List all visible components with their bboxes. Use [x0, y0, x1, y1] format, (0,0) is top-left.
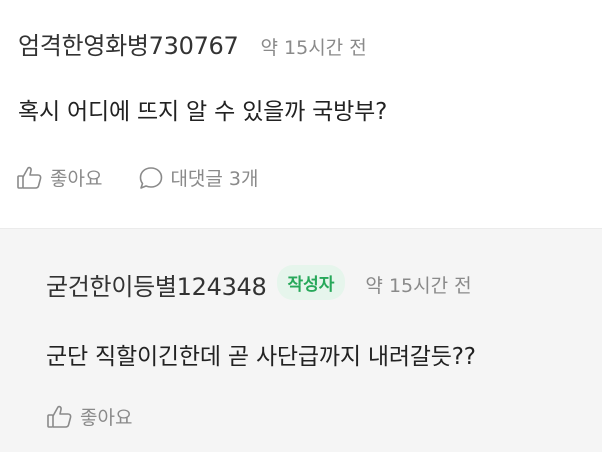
comment-text: 혹시 어디에 뜨지 알 수 있을까 국방부?	[18, 99, 388, 125]
comment-actions: 좋아요 대댓글 3개	[16, 164, 259, 191]
reply-actions: 좋아요	[46, 403, 132, 430]
like-label: 좋아요	[50, 168, 103, 190]
comment-time: 약 15시간 전	[260, 37, 367, 59]
reply-like-button[interactable]: 좋아요	[46, 403, 132, 430]
reply-text: 군단 직할이긴한데 곧 사단급까지 내려갈듯??	[46, 344, 476, 370]
reply-time: 약 15시간 전	[365, 275, 472, 297]
reply-header: 굳건한이등별124348 작성자 약 15시간 전	[46, 265, 472, 302]
reply-author[interactable]: 굳건한이등별124348	[46, 267, 267, 302]
author-badge: 작성자	[276, 265, 346, 300]
comment-header: 엄격한영화병730767 약 15시간 전	[18, 26, 367, 61]
speech-bubble-icon	[138, 165, 164, 191]
comment: 엄격한영화병730767 약 15시간 전 혹시 어디에 뜨지 알 수 있을까 …	[0, 0, 602, 228]
reply-count-button[interactable]: 대댓글 3개	[138, 164, 259, 191]
thumbs-up-icon	[16, 165, 44, 191]
thumbs-up-icon	[46, 404, 74, 430]
comment-author[interactable]: 엄격한영화병730767	[18, 26, 239, 61]
reply: 굳건한이등별124348 작성자 약 15시간 전 군단 직할이긴한데 곧 사단…	[0, 228, 602, 452]
reply-count-label: 대댓글 3개	[170, 168, 259, 190]
like-button[interactable]: 좋아요	[16, 164, 102, 191]
like-label: 좋아요	[80, 407, 133, 429]
